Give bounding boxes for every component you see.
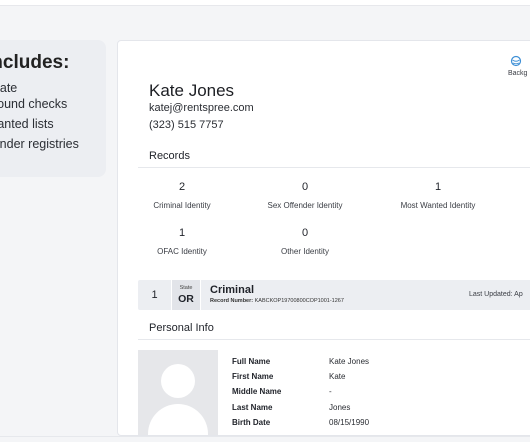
record-label: OFAC Identity bbox=[157, 247, 207, 256]
record-count: 0 bbox=[301, 227, 309, 239]
user-silhouette-body bbox=[148, 404, 208, 435]
report-card: Backg Kate Jones katej@rentspree.com (32… bbox=[117, 40, 530, 436]
personal-info-value: Kate Jones bbox=[329, 357, 370, 366]
record-number-label: Record Number: bbox=[210, 298, 254, 304]
last-updated-label: Last Updated: bbox=[469, 291, 513, 298]
includes-item: ground checks bbox=[0, 97, 68, 111]
record-stat-most-wanted: 1 Most Wanted Identity bbox=[383, 181, 493, 210]
personal-info-row: Middle Name - bbox=[232, 387, 530, 402]
top-bar bbox=[0, 0, 530, 6]
record-count: 1 bbox=[178, 227, 186, 239]
personal-info-value: - bbox=[329, 387, 332, 396]
record-stat-sex-offender: 0 Sex Offender Identity bbox=[250, 181, 360, 210]
criminal-record-title: Criminal bbox=[210, 284, 255, 296]
record-count: 0 bbox=[301, 181, 309, 193]
includes-list: -state ground checks Wanted lists ffende… bbox=[0, 80, 79, 152]
state-badge: State OR bbox=[171, 280, 201, 310]
personal-info-row: Birth Date 08/15/1990 bbox=[232, 418, 530, 433]
divider bbox=[138, 339, 530, 340]
bottom-divider bbox=[0, 436, 530, 437]
personal-info-value: Jones bbox=[329, 403, 351, 412]
record-stat-other: 0 Other Identity bbox=[250, 227, 360, 256]
record-count: 2 bbox=[178, 181, 186, 193]
state-value: OR bbox=[178, 293, 194, 305]
record-number-value: KABCKOP19700800COP1001-1267 bbox=[254, 298, 344, 304]
background-check-label: Backg bbox=[508, 70, 528, 77]
includes-item: -state bbox=[0, 81, 18, 95]
shield-globe-icon bbox=[510, 55, 522, 67]
record-label: Other Identity bbox=[280, 247, 330, 256]
record-label: Sex Offender Identity bbox=[267, 201, 343, 210]
divider bbox=[138, 167, 530, 168]
personal-info-value: Kate bbox=[329, 372, 346, 381]
includes-info-card: includes: -state ground checks Wanted li… bbox=[0, 40, 106, 177]
background-check-link[interactable]: Backg bbox=[508, 55, 530, 77]
personal-info-label: Birth Date bbox=[232, 418, 271, 427]
personal-info-label: First Name bbox=[232, 372, 274, 381]
applicant-email: katej@rentspree.com bbox=[149, 102, 254, 114]
personal-info-row: First Name Kate bbox=[232, 372, 530, 387]
state-label: State bbox=[179, 285, 193, 291]
applicant-name: Kate Jones bbox=[149, 81, 235, 100]
record-count: 1 bbox=[434, 181, 442, 193]
applicant-phone: (323) 515 7757 bbox=[149, 119, 224, 131]
avatar bbox=[138, 350, 218, 435]
personal-info-label: Last Name bbox=[232, 403, 273, 412]
records-title: Records bbox=[149, 150, 190, 162]
last-updated-value: Ap bbox=[514, 291, 523, 298]
user-silhouette-icon bbox=[161, 364, 195, 398]
record-label: Most Wanted Identity bbox=[400, 201, 476, 210]
criminal-record-row[interactable]: 1 State OR Criminal Record Number: KABCK… bbox=[138, 280, 530, 310]
criminal-record-count: 1 bbox=[151, 289, 158, 301]
personal-info-value: 08/15/1990 bbox=[329, 418, 370, 427]
includes-item: Wanted lists bbox=[0, 117, 54, 131]
personal-info-label: Middle Name bbox=[232, 387, 282, 396]
includes-title: includes: bbox=[0, 52, 70, 73]
record-stat-ofac: 1 OFAC Identity bbox=[127, 227, 237, 256]
record-label: Criminal Identity bbox=[153, 201, 211, 210]
record-number: Record Number: KABCKOP19700800COP1001-12… bbox=[210, 298, 344, 304]
personal-info-row: Last Name Jones bbox=[232, 403, 530, 418]
personal-info-row: Full Name Kate Jones bbox=[232, 357, 530, 372]
record-stat-criminal: 2 Criminal Identity bbox=[127, 181, 237, 210]
last-updated: Last Updated: Ap bbox=[469, 291, 523, 298]
personal-info-title: Personal Info bbox=[149, 322, 214, 334]
personal-info-label: Full Name bbox=[232, 357, 271, 366]
includes-item: ffender registries bbox=[0, 137, 79, 151]
